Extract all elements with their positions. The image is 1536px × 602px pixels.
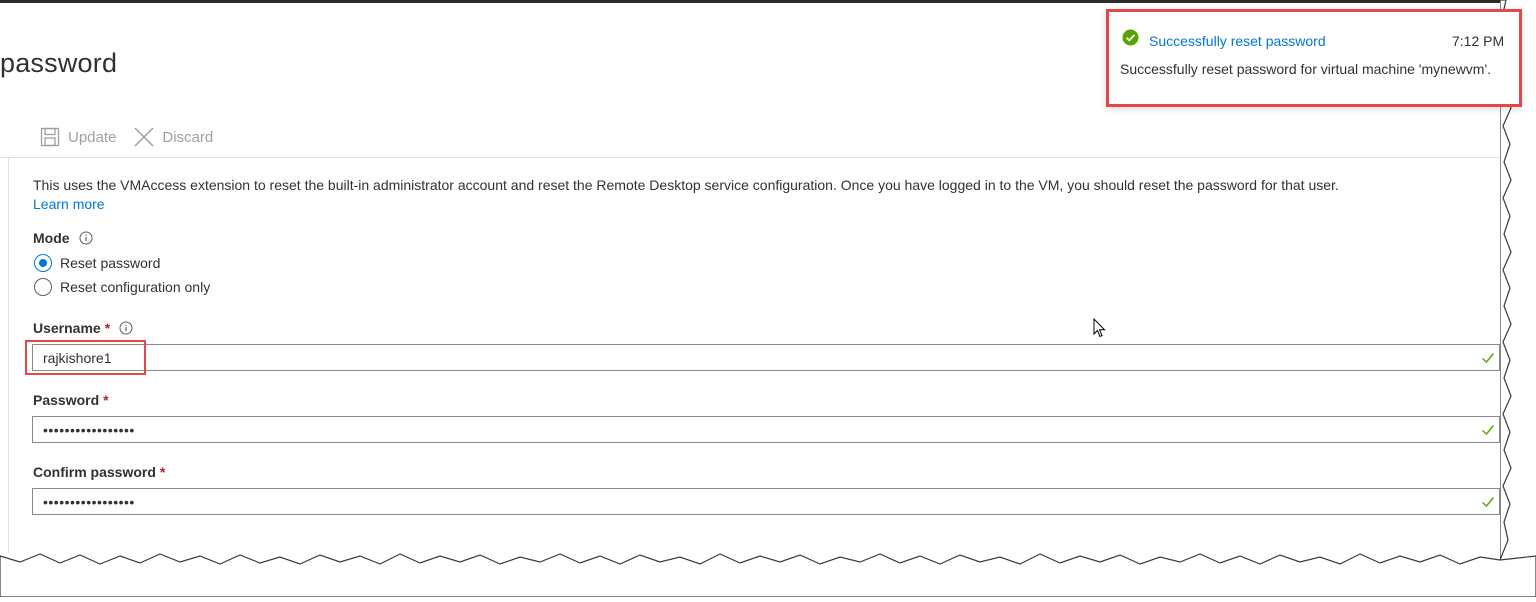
required-marker: * bbox=[104, 320, 111, 336]
required-marker: * bbox=[159, 464, 166, 480]
notification-toast[interactable]: Successfully reset password 7:12 PM Succ… bbox=[1106, 9, 1522, 107]
discard-label: Discard bbox=[162, 128, 214, 146]
toolbar-divider bbox=[0, 157, 1500, 158]
command-toolbar: Update Discard bbox=[40, 124, 231, 150]
notification-time: 7:12 PM bbox=[1452, 33, 1505, 49]
page-title: password bbox=[0, 48, 118, 78]
required-marker: * bbox=[103, 392, 109, 408]
confirm-password-field[interactable]: ••••••••••••••••• bbox=[32, 488, 1500, 515]
update-button[interactable]: Update bbox=[40, 127, 116, 147]
discard-button[interactable]: Discard bbox=[134, 127, 213, 147]
cursor-icon bbox=[1093, 318, 1106, 338]
learn-more-link[interactable]: Learn more bbox=[33, 196, 105, 212]
password-label-text: Password bbox=[33, 392, 100, 408]
password-field[interactable]: ••••••••••••••••• bbox=[32, 416, 1500, 443]
radio-button-selected[interactable] bbox=[34, 254, 52, 272]
username-label-text: Username bbox=[33, 320, 101, 336]
torn-edge-bottom bbox=[0, 548, 1536, 598]
radio-label: Reset configuration only bbox=[60, 279, 211, 295]
update-label: Update bbox=[68, 128, 117, 146]
description-block: This uses the VMAccess extension to rese… bbox=[33, 176, 1495, 214]
radio-reset-password[interactable]: Reset password bbox=[34, 254, 160, 272]
mode-label: Mode bbox=[33, 230, 93, 246]
success-icon bbox=[1122, 29, 1139, 46]
description-text: This uses the VMAccess extension to rese… bbox=[33, 177, 1339, 193]
window-top-border bbox=[0, 0, 1536, 3]
password-value: ••••••••••••••••• bbox=[43, 421, 135, 438]
save-icon bbox=[40, 127, 60, 147]
password-label: Password * bbox=[33, 392, 109, 408]
confirm-password-label-text: Confirm password bbox=[33, 464, 156, 480]
confirm-password-value: ••••••••••••••••• bbox=[43, 493, 135, 510]
radio-button[interactable] bbox=[34, 278, 52, 296]
checkmark-icon bbox=[1482, 353, 1495, 364]
notification-message: Successfully reset password for virtual … bbox=[1120, 61, 1492, 77]
info-icon[interactable] bbox=[119, 321, 133, 335]
mode-label-text: Mode bbox=[33, 230, 70, 246]
checkmark-icon bbox=[1482, 425, 1495, 436]
info-icon[interactable] bbox=[79, 231, 93, 245]
radio-reset-configuration[interactable]: Reset configuration only bbox=[34, 278, 210, 296]
discard-icon bbox=[134, 127, 154, 147]
blade-left-border bbox=[8, 158, 9, 553]
checkmark-icon bbox=[1482, 497, 1495, 508]
username-label: Username * bbox=[33, 320, 133, 336]
username-field[interactable]: rajkishore1 bbox=[32, 344, 1500, 371]
radio-label: Reset password bbox=[60, 255, 161, 271]
notification-title[interactable]: Successfully reset password bbox=[1149, 33, 1326, 49]
confirm-password-label: Confirm password * bbox=[33, 464, 165, 480]
username-highlight-box bbox=[25, 340, 146, 375]
